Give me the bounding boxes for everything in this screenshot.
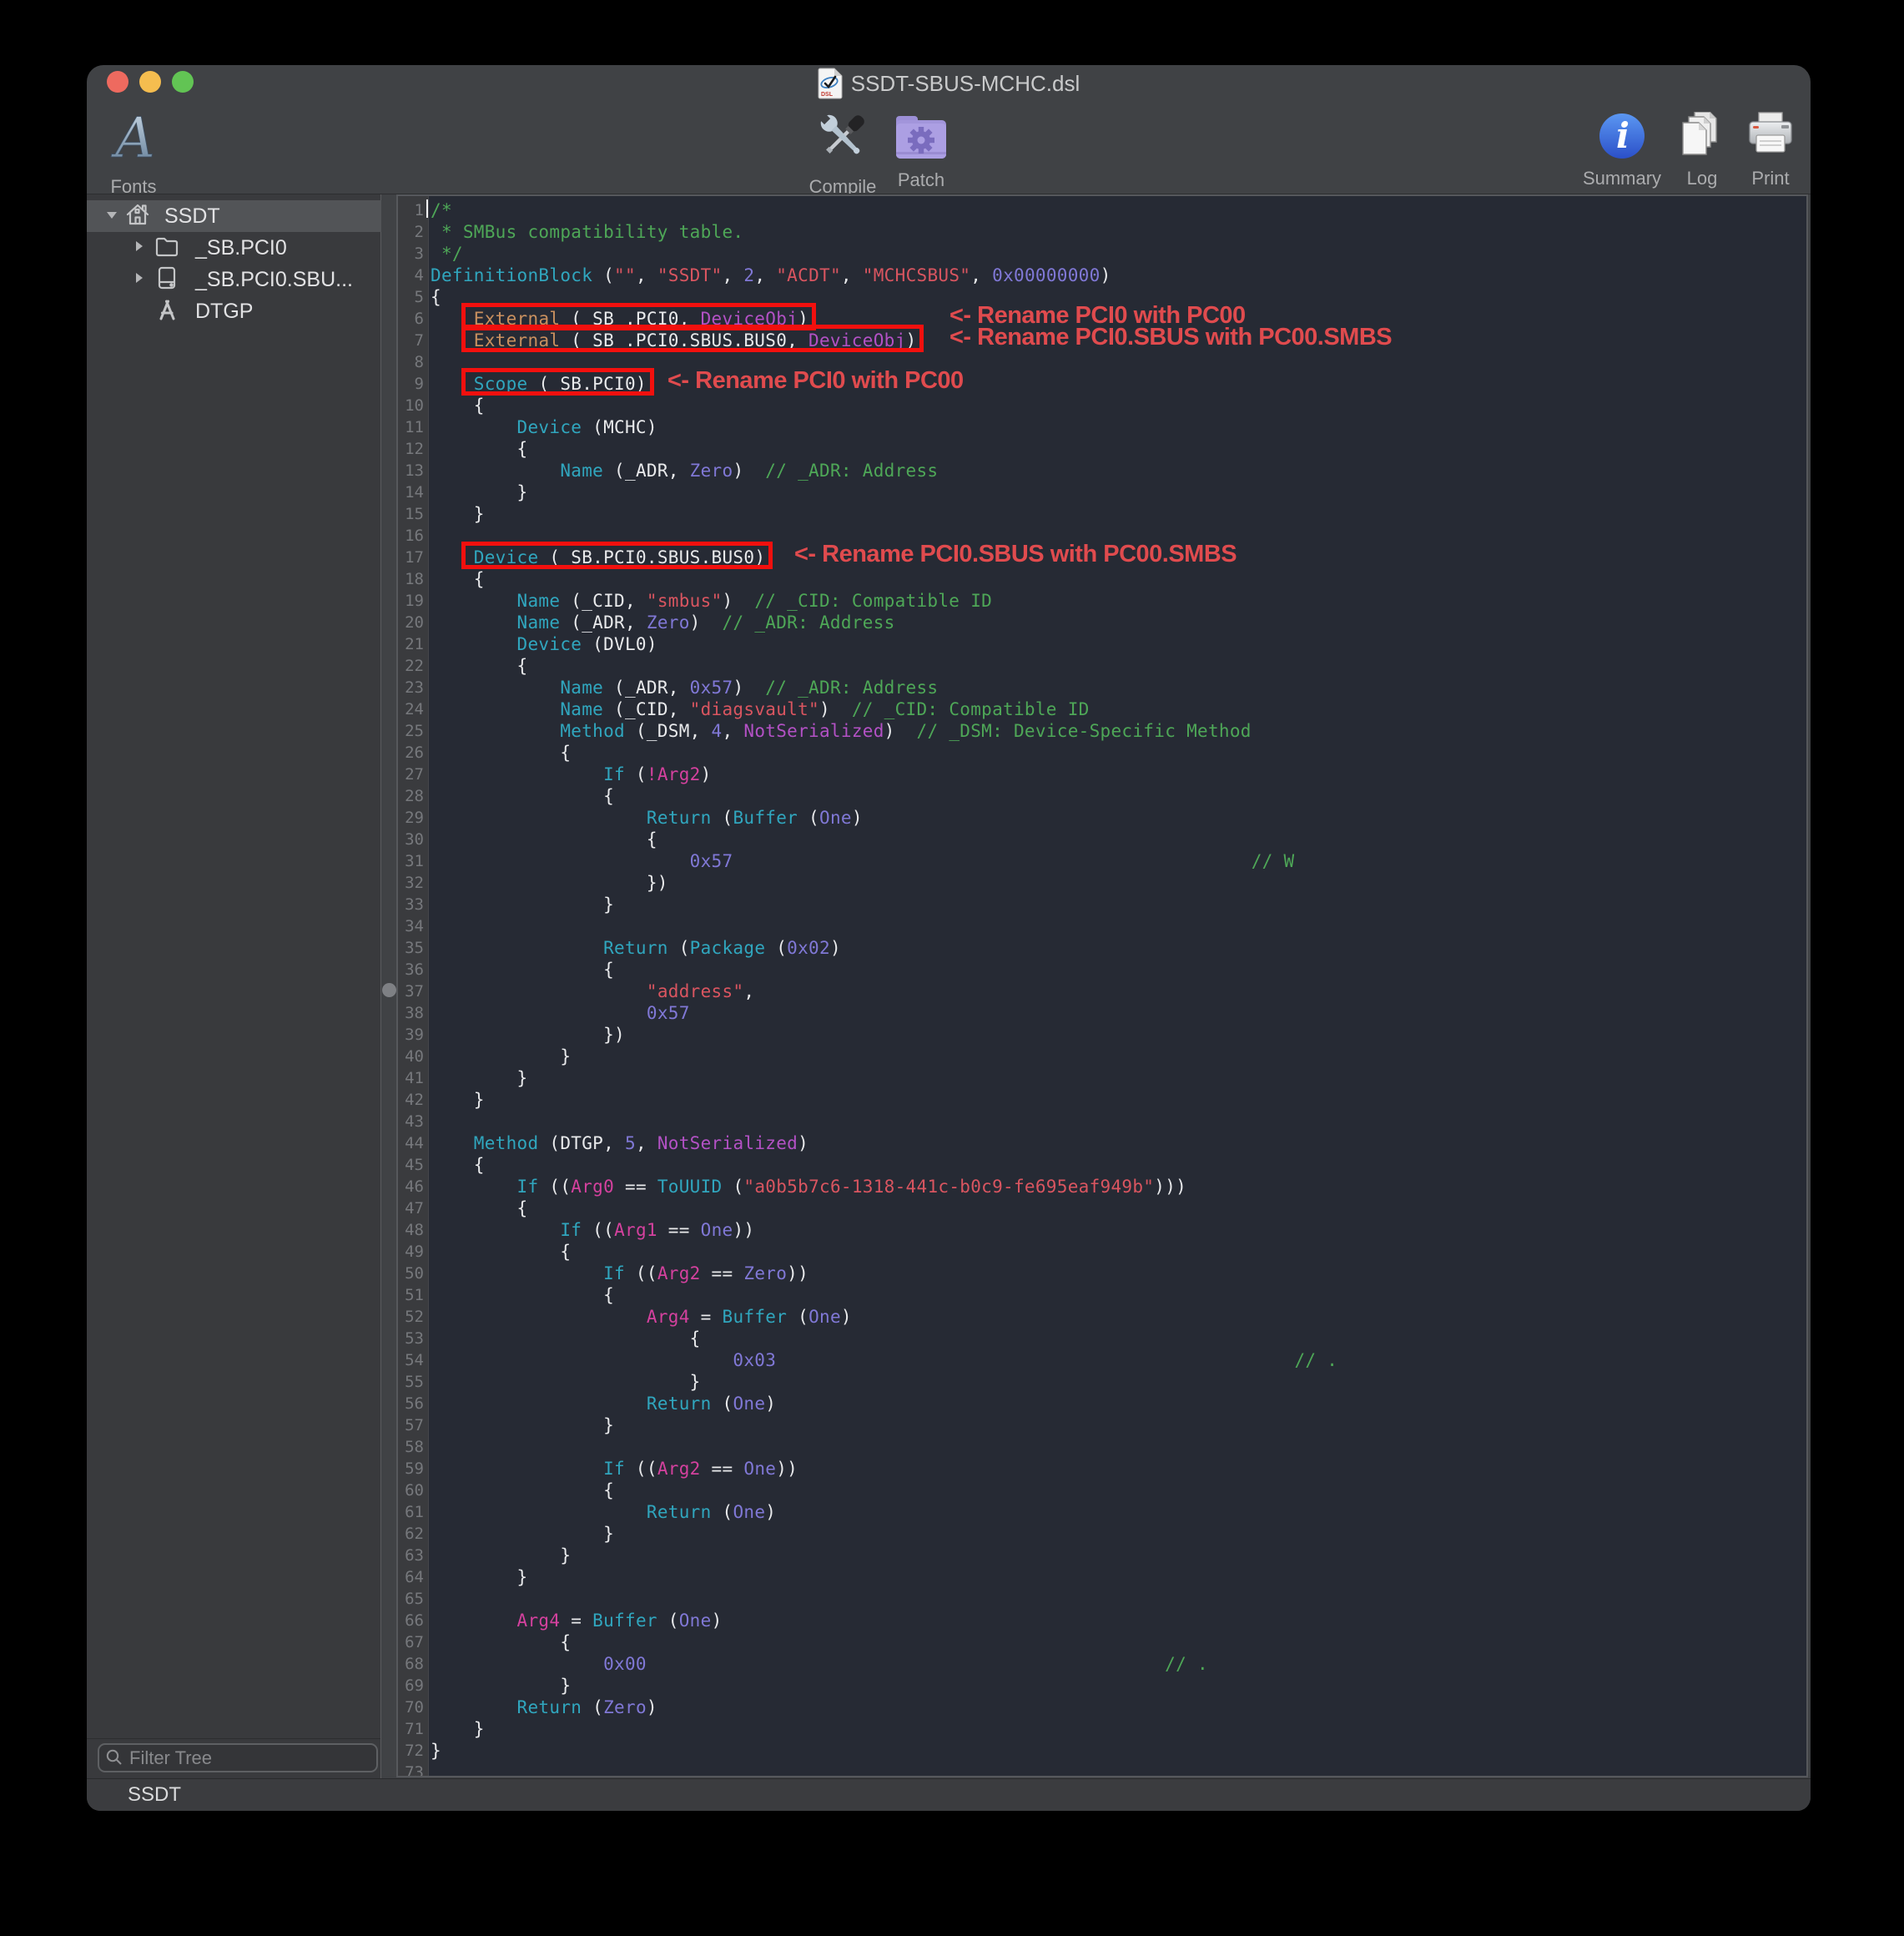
zoom-button[interactable] xyxy=(172,71,194,93)
print-label: Print xyxy=(1751,168,1789,189)
tools-icon xyxy=(154,296,180,327)
line-bookmark-dot xyxy=(382,983,396,997)
code-editor[interactable]: 1234567891011121314151617181920212223242… xyxy=(396,194,1808,1777)
sidebar: SSDT _SB.PCI0 xyxy=(87,194,381,1778)
sidebar-item-ssdt[interactable]: SSDT xyxy=(87,200,381,232)
sidebar-item-sb-pci0[interactable]: _SB.PCI0 xyxy=(87,232,381,264)
disclosure-expanded-icon[interactable] xyxy=(105,208,118,225)
app-window: DSL SSDT-SBUS-MCHC.dsl A Fonts xyxy=(87,65,1811,1811)
svg-text:DSL: DSL xyxy=(821,92,834,98)
fonts-icon: A xyxy=(103,105,164,173)
print-icon xyxy=(1746,105,1795,164)
compile-icon xyxy=(813,105,873,173)
sidebar-item-sb-pci0-sbus[interactable]: _SB.PCI0.SBU... xyxy=(87,264,381,295)
sidebar-item-label: DTGP xyxy=(195,300,253,324)
disclosure-collapsed-icon[interactable] xyxy=(132,239,145,257)
document-icon: DSL xyxy=(818,68,843,99)
minimize-button[interactable] xyxy=(139,71,161,93)
sidebar-item-label: _SB.PCI0 xyxy=(195,236,287,260)
sidebar-item-label: SSDT xyxy=(164,204,220,229)
code-lines[interactable]: /* * SMBus compatibility table. */Defini… xyxy=(431,199,1337,1777)
svg-text:A: A xyxy=(110,106,155,169)
status-path: SSDT xyxy=(128,1779,181,1811)
search-icon xyxy=(105,1748,123,1771)
screen: { "window": { "title": "SSDT-SBUS-MCHC.d… xyxy=(0,0,1904,1936)
print-button[interactable]: Print xyxy=(1725,105,1811,189)
line-numbers: 1234567891011121314151617181920212223242… xyxy=(398,199,428,1777)
sidebar-item-dtgp[interactable]: DTGP xyxy=(87,295,381,327)
log-icon xyxy=(1678,105,1726,164)
filter-separator xyxy=(87,1738,380,1739)
summary-label: Summary xyxy=(1583,168,1661,189)
window-title: SSDT-SBUS-MCHC.dsl xyxy=(851,71,1080,97)
patch-icon xyxy=(894,105,949,166)
status-bar: SSDT xyxy=(87,1778,1811,1811)
disclosure-collapsed-icon[interactable] xyxy=(132,271,145,289)
filter-tree-input[interactable] xyxy=(98,1743,378,1772)
summary-button[interactable]: i Summary xyxy=(1576,105,1668,189)
patch-label: Patch xyxy=(898,169,944,191)
sidebar-item-label: _SB.PCI0.SBU... xyxy=(195,268,353,292)
home-icon xyxy=(124,201,151,232)
folder-icon xyxy=(154,233,180,264)
summary-info-icon: i xyxy=(1598,105,1646,164)
fonts-button[interactable]: A Fonts xyxy=(88,105,179,198)
close-button[interactable] xyxy=(107,71,128,93)
device-icon xyxy=(154,265,180,295)
line-number-gutter: 1234567891011121314151617181920212223242… xyxy=(398,196,429,1776)
titlebar: DSL SSDT-SBUS-MCHC.dsl xyxy=(87,65,1811,102)
svg-text:i: i xyxy=(1616,115,1629,156)
log-label: Log xyxy=(1687,168,1718,189)
patch-button[interactable]: Patch xyxy=(875,105,967,191)
